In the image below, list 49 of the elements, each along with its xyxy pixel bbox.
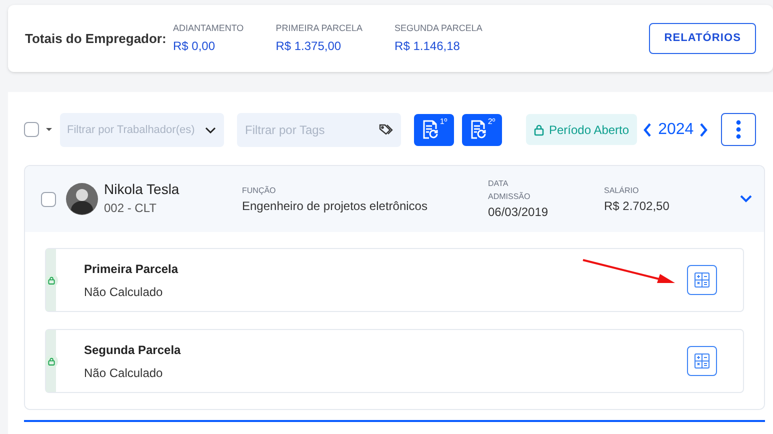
employee-code: 002 - CLT: [104, 200, 158, 217]
year-label: 2024: [658, 120, 694, 140]
field-label: FUNÇÃO: [242, 184, 277, 196]
total-value: R$ 1.146,18: [394, 38, 461, 56]
document-refresh-icon: [468, 120, 487, 140]
total-label: SEGUNDA PARCELA: [394, 22, 482, 35]
ordinal-label: 1º: [440, 118, 448, 126]
recalculate-button[interactable]: 2º: [462, 114, 502, 146]
employee-name: Nikola Tesla: [104, 181, 180, 199]
select-all-checkbox[interactable]: [24, 122, 39, 137]
period-status-label: Período Aberto: [549, 122, 630, 138]
chevron-right-icon[interactable]: [698, 122, 708, 136]
field-value: R$ 2.702,50: [604, 198, 670, 214]
lock-icon: [48, 276, 55, 284]
total-label: PRIMEIRA PARCELA: [276, 22, 363, 35]
tag-filter-field[interactable]: Filtrar por Tags: [237, 112, 401, 146]
employee-row[interactable]: Nikola Tesla 002 - CLT FUNÇÃO Engenheiro de projetos eletrônicos DATA ADMISSÃO 06/03/2019 SALÁRIO R$ 2.702,50: [25, 166, 764, 232]
tag-icon: [379, 124, 393, 136]
vertical-dots-icon: [736, 120, 741, 139]
lock-icon: [534, 124, 544, 136]
chevron-left-icon[interactable]: [643, 122, 652, 136]
parcel-status: Não Calculado: [84, 284, 164, 300]
parcel-title: Primeira Parcela: [84, 260, 178, 278]
ordinal-label: 2º: [488, 118, 496, 126]
field-value: Engenheiro de projetos eletrônicos: [242, 198, 428, 214]
more-options-button[interactable]: [721, 113, 756, 146]
calculate-button[interactable]: [687, 346, 717, 376]
total-value: R$ 0,00: [173, 38, 216, 56]
calculate-button[interactable]: [687, 265, 717, 295]
calculator-icon: [694, 272, 710, 288]
recalculate-button[interactable]: 1º: [414, 114, 454, 146]
caret-down-icon[interactable]: [45, 127, 53, 132]
chevron-down-icon: [205, 126, 216, 134]
field-label: SALÁRIO: [604, 184, 640, 196]
employee-checkbox[interactable]: [41, 192, 56, 206]
total-label: ADIANTAMENTO: [173, 22, 244, 35]
lock-icon: [48, 356, 55, 366]
reports-button[interactable]: RELATÓRIOS: [649, 23, 756, 54]
worker-filter-field[interactable]: Filtrar por Trabalhador(es): [60, 112, 224, 146]
field-label: DATA ADMISSÃO: [488, 178, 528, 203]
parcel-title: Segunda Parcela: [84, 342, 181, 358]
totals-label: Totais do Empregador:: [25, 30, 168, 48]
total-value: R$ 1.375,00: [276, 38, 342, 56]
field-value: 06/03/2019: [488, 204, 550, 221]
calculator-icon: [694, 353, 710, 369]
document-refresh-icon: [420, 120, 439, 140]
parcel-status: Não Calculado: [84, 364, 164, 382]
chevron-icon[interactable]: [740, 195, 752, 203]
avatar-icon: [66, 183, 98, 215]
